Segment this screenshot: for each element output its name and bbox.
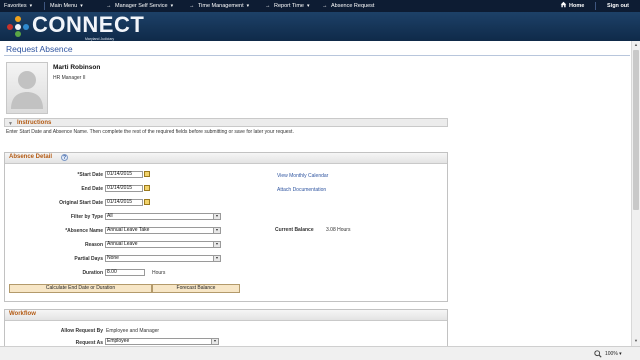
absence-detail-header: Absence Detail ? — [5, 153, 447, 164]
attach-documentation-link[interactable]: Attach Documentation — [277, 187, 326, 193]
main-menu-label: Main Menu — [50, 3, 78, 9]
current-balance-value: 3.08 Hours — [326, 227, 351, 233]
vertical-scrollbar[interactable]: ▲ ▼ — [631, 41, 640, 346]
reason-label: Reason — [84, 242, 103, 248]
request-as-value: Employee — [107, 338, 130, 344]
original-start-date-label: Original Start Date — [59, 200, 103, 206]
start-date-label: *Start Date — [77, 172, 103, 178]
logo-wordmark: CONNECT — [32, 12, 145, 37]
end-date-input[interactable]: 01/14/2015 — [105, 185, 143, 192]
calendar-icon[interactable] — [144, 171, 150, 177]
breadcrumb-separator-icon: → — [189, 3, 195, 9]
breadcrumb-report-time[interactable]: Report Time ▾ — [274, 0, 309, 12]
breadcrumb-separator-icon: → — [265, 3, 271, 9]
browser-status-bar: 100% ▾ — [0, 346, 640, 360]
dropdown-arrow-icon: ▼ — [213, 242, 220, 247]
end-date-label: End Date — [81, 186, 103, 192]
breadcrumb-label: Report Time — [274, 3, 304, 9]
absence-name-label: *Absence Name — [65, 228, 103, 234]
avatar — [6, 62, 48, 114]
breadcrumb-manager-self-service[interactable]: Manager Self Service ▾ — [115, 0, 173, 12]
favorites-menu-label: Favorites — [4, 3, 27, 9]
breadcrumb-label: Time Management — [198, 3, 244, 9]
sign-out-link[interactable]: Sign out — [607, 0, 629, 12]
chevron-down-icon: ▾ — [246, 3, 250, 9]
filter-by-type-value: All — [107, 213, 113, 219]
calculate-end-date-button[interactable]: Calculate End Date or Duration — [9, 284, 152, 293]
original-start-date-input[interactable]: 01/14/2015 — [105, 199, 143, 206]
collapse-triangle-icon: ▼ — [8, 121, 13, 127]
breadcrumb-time-management[interactable]: Time Management ▾ — [198, 0, 249, 12]
allow-request-by-label: Allow Request By — [60, 328, 103, 334]
favorites-menu[interactable]: Favorites ▾ — [4, 0, 32, 12]
calendar-icon[interactable] — [144, 185, 150, 191]
zoom-level[interactable]: 100% ▾ — [605, 351, 622, 357]
title-divider — [4, 55, 630, 56]
breadcrumb-label: Manager Self Service — [115, 3, 168, 9]
scrollbar-thumb[interactable] — [633, 50, 639, 210]
request-as-select[interactable]: Employee ▼ — [105, 338, 219, 345]
nav-divider — [44, 2, 45, 10]
page-title: Request Absence — [6, 44, 73, 54]
filter-by-type-label: Filter by Type — [70, 214, 103, 220]
chevron-down-icon: ▾ — [170, 3, 174, 9]
absence-name-value: Annual Leave Take — [107, 227, 150, 233]
nav-divider — [595, 2, 596, 10]
instructions-text: Enter Start Date and Absence Name. Then … — [6, 129, 294, 135]
main-menu[interactable]: Main Menu ▾ — [50, 0, 83, 12]
duration-unit: Hours — [152, 270, 166, 276]
partial-days-label: Partial Days — [74, 256, 103, 262]
instructions-header[interactable]: ▼ Instructions — [4, 118, 448, 127]
chevron-down-icon: ▾ — [306, 3, 310, 9]
dropdown-arrow-icon: ▼ — [213, 214, 220, 219]
employee-name: Marti Robinson — [53, 64, 101, 71]
start-date-input[interactable]: 01/14/2015 — [105, 171, 143, 178]
home-link-label: Home — [569, 3, 585, 9]
dropdown-arrow-icon: ▼ — [213, 228, 220, 233]
calendar-icon[interactable] — [144, 199, 150, 205]
zoom-level-value: 100% — [605, 351, 618, 357]
home-link[interactable]: Home — [560, 0, 584, 12]
chevron-down-icon: ▾ — [29, 3, 33, 9]
view-monthly-calendar-link[interactable]: View Monthly Calendar — [277, 173, 328, 179]
top-navigation-bar: Favorites ▾ Main Menu ▾ → Manager Self Ser… — [0, 0, 640, 12]
breadcrumb-absence-request[interactable]: Absence Request — [331, 0, 374, 12]
person-silhouette-icon — [11, 71, 43, 109]
duration-input[interactable]: 8.00 — [105, 269, 145, 276]
forecast-balance-button[interactable]: Forecast Balance — [152, 284, 240, 293]
current-balance-label: Current Balance — [275, 227, 314, 233]
zoom-magnifier-icon — [594, 350, 602, 358]
workflow-header-label: Workflow — [9, 311, 36, 317]
breadcrumb-separator-icon: → — [106, 3, 112, 9]
dropdown-arrow-icon: ▼ — [211, 339, 218, 344]
filter-by-type-select[interactable]: All ▼ — [105, 213, 221, 220]
connect-logo-icon — [7, 16, 29, 37]
absence-name-select[interactable]: Annual Leave Take ▼ — [105, 227, 221, 234]
employee-job-title: HR Manager II — [53, 75, 86, 81]
chevron-down-icon: ▾ — [80, 3, 83, 9]
workflow-header: Workflow — [5, 310, 447, 321]
instructions-header-label: Instructions — [17, 120, 52, 126]
breadcrumb-separator-icon: → — [322, 3, 328, 9]
help-icon[interactable]: ? — [61, 154, 68, 161]
dropdown-arrow-icon: ▼ — [213, 256, 220, 261]
home-icon — [560, 1, 567, 8]
reason-value: Annual Leave — [107, 241, 138, 247]
scroll-down-arrow-icon[interactable]: ▼ — [633, 338, 639, 344]
logo-subtitle: Maryland Judiciary — [85, 37, 115, 41]
reason-select[interactable]: Annual Leave ▼ — [105, 241, 221, 248]
duration-label: Duration — [82, 270, 103, 276]
allow-request-by-value: Employee and Manager — [106, 328, 160, 334]
partial-days-select[interactable]: None ▼ — [105, 255, 221, 262]
absence-detail-header-label: Absence Detail — [9, 154, 53, 160]
scroll-up-arrow-icon[interactable]: ▲ — [633, 42, 639, 48]
partial-days-value: None — [107, 255, 119, 261]
